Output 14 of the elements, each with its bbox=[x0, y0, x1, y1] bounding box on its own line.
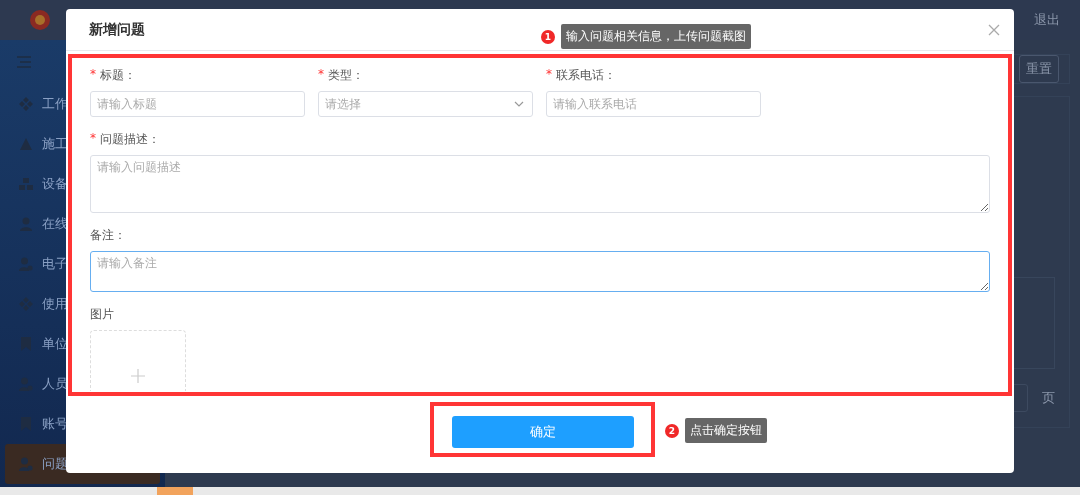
tooltip: 点击确定按钮 bbox=[685, 418, 767, 443]
field-label: 问题描述： bbox=[100, 131, 160, 148]
field-label: 联系电话： bbox=[556, 67, 616, 84]
field-label: 类型： bbox=[328, 67, 364, 84]
tooltip: 输入问题相关信息，上传问题截图 bbox=[561, 24, 751, 49]
field-label: 图片 bbox=[90, 306, 114, 323]
required-mark: * bbox=[90, 131, 96, 147]
dialog-title: 新增问题 bbox=[89, 20, 145, 39]
field-label: 标题： bbox=[100, 67, 136, 84]
field-label: 备注： bbox=[90, 227, 126, 244]
required-mark: * bbox=[90, 67, 96, 83]
page-label: 页 bbox=[1042, 389, 1055, 407]
required-mark: * bbox=[546, 67, 552, 83]
required-mark: * bbox=[318, 67, 324, 83]
